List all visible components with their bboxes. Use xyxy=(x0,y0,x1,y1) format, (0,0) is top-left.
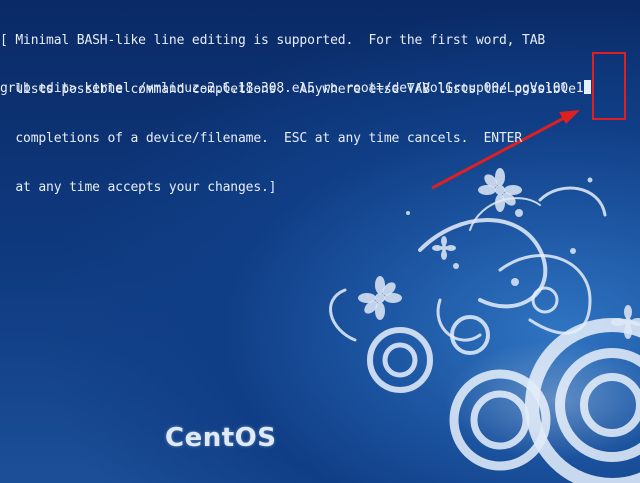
text-cursor xyxy=(584,80,592,94)
grub-prompt: grub edit> xyxy=(0,81,77,96)
highlight-annotation-box xyxy=(592,52,626,120)
grub-edit-line[interactable]: grub edit> kernel /vmlinuz-2.6.18-308.el… xyxy=(0,80,592,97)
help-line-4: at any time accepts your changes.] xyxy=(0,180,277,196)
kernel-command-input[interactable]: kernel /vmlinuz-2.6.18-308.el5 ro root=/… xyxy=(77,81,583,96)
help-line-3: completions of a device/filename. ESC at… xyxy=(0,131,523,147)
centos-logo: CentOS xyxy=(165,423,277,453)
help-text: [ Minimal BASH-like line editing is supp… xyxy=(0,0,576,230)
help-line-1: [ Minimal BASH-like line editing is supp… xyxy=(0,32,546,48)
grub-screen: [ Minimal BASH-like line editing is supp… xyxy=(0,0,640,483)
terminal-output: [ Minimal BASH-like line editing is supp… xyxy=(0,0,640,195)
